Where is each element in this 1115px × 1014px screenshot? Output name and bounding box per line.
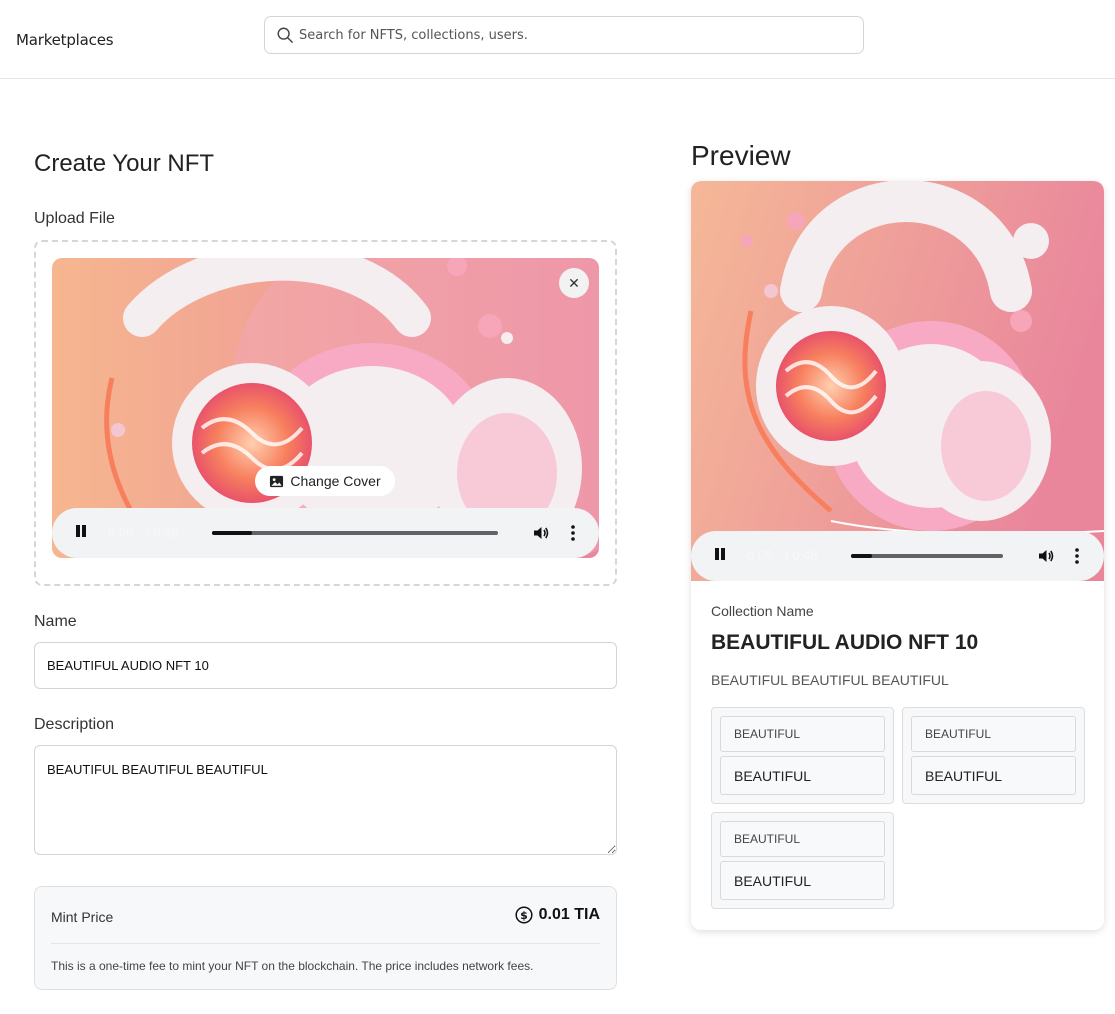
seek-progress — [212, 531, 253, 535]
current-time: 0:05 — [747, 548, 773, 563]
preview-card: 0:05 / 0:48 Collection Name BEAUTIFUL AU… — [691, 181, 1104, 930]
change-cover-button[interactable]: Change Cover — [255, 466, 395, 496]
mint-price-amount: 0.01 TIA — [538, 906, 600, 923]
pause-button[interactable] — [74, 525, 88, 541]
name-input[interactable] — [34, 642, 617, 689]
name-label: Name — [34, 613, 77, 630]
top-bar: Marketplaces — [0, 0, 1115, 79]
seek-bar[interactable] — [851, 554, 1003, 558]
preview-image: 0:05 / 0:48 — [691, 181, 1104, 581]
search-input[interactable] — [299, 17, 855, 53]
audio-player[interactable]: 0:05 / 0:48 — [691, 531, 1104, 581]
attribute-value: BEAUTIFUL — [911, 756, 1076, 795]
mint-price-note: This is a one-time fee to mint your NFT … — [51, 959, 534, 973]
cover-image: ✕ Change Cover 0:06 / 0:48 — [52, 258, 599, 558]
image-icon — [270, 475, 284, 487]
divider — [51, 943, 600, 944]
attribute-value: BEAUTIFUL — [720, 861, 885, 900]
brand-link[interactable]: Marketplaces — [16, 31, 114, 49]
change-cover-label: Change Cover — [290, 473, 381, 489]
svg-text:$: $ — [520, 909, 528, 922]
collection-name: Collection Name — [711, 603, 814, 619]
search-bar[interactable] — [264, 16, 864, 54]
attribute-trait: BEAUTIFUL — [720, 821, 885, 857]
description-label: Description — [34, 716, 115, 733]
upload-dropzone[interactable]: ✕ Change Cover 0:06 / 0:48 — [34, 240, 617, 586]
search-icon — [277, 27, 293, 43]
volume-icon[interactable] — [532, 524, 550, 542]
mint-price-value: $ 0.01 TIA — [515, 906, 600, 924]
dollar-coin-icon: $ — [515, 906, 533, 924]
seek-progress — [851, 554, 873, 558]
nft-description: BEAUTIFUL BEAUTIFUL BEAUTIFUL — [711, 672, 949, 688]
preview-heading: Preview — [691, 140, 791, 171]
pause-button[interactable] — [713, 548, 727, 564]
attribute-card: BEAUTIFUL BEAUTIFUL — [711, 812, 894, 909]
description-input[interactable]: BEAUTIFUL BEAUTIFUL BEAUTIFUL — [34, 745, 617, 855]
remove-file-button[interactable]: ✕ — [559, 268, 589, 298]
headphones-artwork — [691, 181, 1104, 581]
attribute-trait: BEAUTIFUL — [911, 716, 1076, 752]
more-options-icon[interactable] — [1074, 547, 1080, 565]
audio-player[interactable]: 0:06 / 0:48 — [52, 508, 599, 558]
volume-icon[interactable] — [1037, 547, 1055, 565]
upload-file-label: Upload File — [34, 210, 115, 227]
attribute-card: BEAUTIFUL BEAUTIFUL — [902, 707, 1085, 804]
current-time: 0:06 — [108, 525, 134, 540]
attribute-trait: BEAUTIFUL — [720, 716, 885, 752]
mint-price-panel: Mint Price $ 0.01 TIA This is a one-time… — [34, 886, 617, 990]
page-title: Create Your NFT — [34, 150, 215, 177]
attribute-value: BEAUTIFUL — [720, 756, 885, 795]
more-options-icon[interactable] — [570, 524, 576, 542]
attribute-card: BEAUTIFUL BEAUTIFUL — [711, 707, 894, 804]
mint-price-label: Mint Price — [51, 909, 114, 925]
duration: / 0:48 — [785, 548, 818, 563]
nft-title: BEAUTIFUL AUDIO NFT 10 — [711, 631, 979, 654]
seek-bar[interactable] — [212, 531, 498, 535]
duration: / 0:48 — [146, 525, 179, 540]
